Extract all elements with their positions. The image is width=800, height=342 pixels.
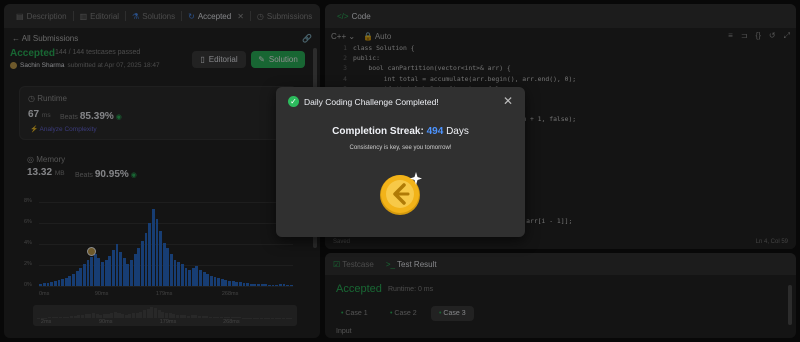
coin-badge-icon bbox=[380, 172, 422, 215]
streak-label: Completion Streak: bbox=[332, 126, 424, 137]
app-root: ▤ Description ▥ Editorial ⚗ Solutions ↻ Acce… bbox=[0, 0, 800, 342]
dialog-title: Daily Coding Challenge Completed! bbox=[304, 97, 439, 107]
streak-line: Completion Streak: 494 Days bbox=[276, 126, 525, 137]
close-icon[interactable]: ✕ bbox=[503, 94, 513, 108]
dialog-message: Consistency is key, see you tomorrow! bbox=[349, 145, 452, 151]
streak-value: 494 bbox=[426, 126, 444, 137]
challenge-completed-dialog: ✓ Daily Coding Challenge Completed! ✕ Co… bbox=[276, 87, 525, 237]
streak-unit: Days bbox=[446, 126, 469, 137]
check-circle-icon: ✓ bbox=[288, 96, 299, 107]
